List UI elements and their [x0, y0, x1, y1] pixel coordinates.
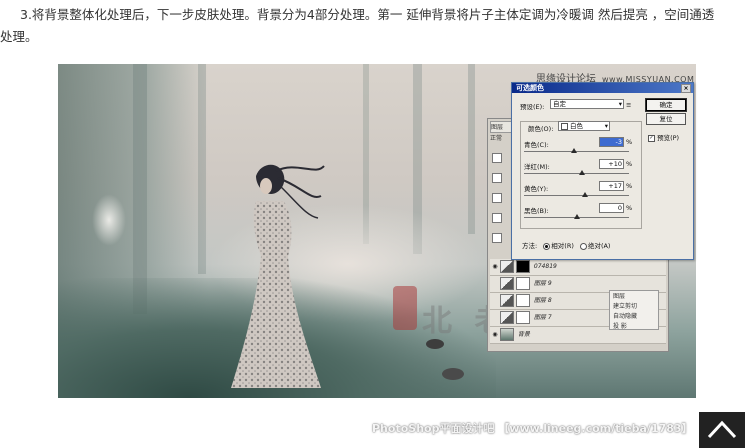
- slider-knob[interactable]: [571, 148, 578, 153]
- tree-trunk: [198, 64, 206, 274]
- eye-icon[interactable]: ◉: [490, 327, 500, 343]
- unit-label: %: [626, 160, 633, 168]
- layer-thumbnail: [500, 260, 514, 273]
- black-slider[interactable]: 黑色(B): 0 %: [524, 203, 636, 225]
- slider-label: 洋红(M):: [524, 163, 550, 171]
- woman-figure: [231, 164, 325, 388]
- article-line-2: 处理。: [0, 29, 38, 44]
- white-swatch: [561, 122, 568, 130]
- radio-relative[interactable]: [543, 242, 551, 250]
- layer-context-menu: 图层 建立剪切 自动隐藏 投 影: [609, 290, 659, 330]
- unit-label: %: [626, 204, 633, 212]
- blend-mode-select[interactable]: 正常: [490, 133, 502, 142]
- slider-label: 黑色(B):: [524, 207, 549, 215]
- radio-absolute-label: 绝对(A): [587, 242, 611, 250]
- layer-thumbnail: [500, 311, 514, 324]
- cyan-value-input[interactable]: -3: [599, 137, 624, 147]
- reset-button[interactable]: 复位: [646, 113, 686, 125]
- article-line-1: 3.将背景整体化处理后，下一步皮肤处理。背景分为4部分处理。第一 延伸背景将片子…: [20, 7, 715, 22]
- layer-name: 背景: [517, 331, 530, 338]
- slider-knob[interactable]: [578, 170, 585, 175]
- layer-name: 图层 8: [533, 297, 552, 304]
- unit-label: %: [626, 182, 633, 190]
- slider-knob[interactable]: [573, 214, 580, 219]
- slider-label: 黄色(Y):: [524, 185, 549, 193]
- slider-track[interactable]: [524, 195, 629, 196]
- menu-item[interactable]: 图层: [613, 292, 655, 302]
- layer-mask-thumbnail: [516, 311, 530, 324]
- preset-label: 预设(E):: [520, 103, 545, 111]
- article-paragraph: 3.将背景整体化处理后，下一步皮肤处理。背景分为4部分处理。第一 延伸背景将片子…: [0, 4, 748, 48]
- preview-checkbox[interactable]: ✓: [648, 134, 655, 142]
- radio-relative-label: 相对(R): [551, 242, 574, 250]
- method-label: 方法:: [522, 242, 538, 250]
- layer-name: 074819: [533, 263, 557, 270]
- layer-visibility-box[interactable]: [492, 153, 502, 163]
- unit-label: %: [626, 138, 633, 146]
- radio-absolute[interactable]: [579, 242, 587, 250]
- layer-thumbnail: [500, 277, 514, 290]
- slider-track[interactable]: [524, 173, 629, 174]
- ok-button[interactable]: 确定: [645, 98, 687, 112]
- yellow-slider[interactable]: 黄色(Y): +17 %: [524, 181, 636, 203]
- layer-thumbnail: [500, 294, 514, 307]
- footer-watermark: PhotoShop平面设计吧 【www.lineeg.com/tieba/178…: [372, 422, 693, 435]
- layer-thumbnail: [500, 328, 514, 341]
- layer-mask-thumbnail: [516, 277, 530, 290]
- layer-mask-thumbnail: [516, 294, 530, 307]
- layer-mask-thumbnail: [516, 260, 530, 273]
- magenta-slider[interactable]: 洋红(M): +10 %: [524, 159, 636, 181]
- colors-select[interactable]: 白色 ▾: [558, 121, 610, 131]
- menu-item[interactable]: 建立剪切: [613, 302, 655, 312]
- chevron-down-icon: ▾: [604, 122, 608, 130]
- preset-options-icon[interactable]: ≡: [626, 101, 631, 109]
- layer-visibility-box[interactable]: [492, 213, 502, 223]
- chevron-up-icon: [707, 420, 737, 439]
- preview-label: 预览(P): [657, 134, 680, 142]
- red-seal-stamp: [393, 286, 417, 330]
- layer-name: 图层 7: [533, 314, 552, 321]
- layer-visibility-box[interactable]: [492, 193, 502, 203]
- slider-label: 青色(C):: [524, 141, 549, 149]
- preview-checkbox-row[interactable]: ✓ 预览(P): [648, 132, 679, 142]
- black-value-input[interactable]: 0: [599, 203, 624, 213]
- menu-item[interactable]: 投 影: [613, 322, 655, 332]
- magenta-value-input[interactable]: +10: [599, 159, 624, 169]
- yellow-value-input[interactable]: +17: [599, 181, 624, 191]
- colors-label: 颜色(O):: [528, 125, 554, 133]
- layer-name: 图层 9: [533, 280, 552, 287]
- small-animals: [426, 339, 464, 380]
- tree-trunk: [133, 64, 147, 314]
- layer-visibility-box[interactable]: [492, 173, 502, 183]
- close-button[interactable]: ×: [681, 84, 691, 93]
- dialog-title: 可选颜色: [516, 84, 544, 92]
- method-row: 方法: 相对(R) 绝对(A): [522, 240, 610, 250]
- eye-icon[interactable]: ◉: [490, 259, 500, 275]
- menu-item[interactable]: 自动隐藏: [613, 312, 655, 322]
- preset-value: 自定: [553, 100, 566, 108]
- layer-visibility-box[interactable]: [492, 233, 502, 243]
- selective-color-dialog: 可选颜色 × 预设(E): 自定 ▾ ≡ 确定 复位 ✓ 预览(P) 颜色(O)…: [511, 82, 694, 260]
- dialog-titlebar: 可选颜色 ×: [512, 83, 693, 93]
- layer-row[interactable]: ◉ 074819: [490, 259, 666, 276]
- slider-knob[interactable]: [581, 192, 588, 197]
- preset-select[interactable]: 自定 ▾: [550, 99, 624, 109]
- white-deer: [92, 194, 126, 246]
- chevron-down-icon: ▾: [618, 100, 622, 108]
- colors-value: 白色: [570, 122, 583, 130]
- back-to-top-button[interactable]: [699, 412, 745, 448]
- cyan-slider[interactable]: 青色(C): -3 %: [524, 137, 636, 159]
